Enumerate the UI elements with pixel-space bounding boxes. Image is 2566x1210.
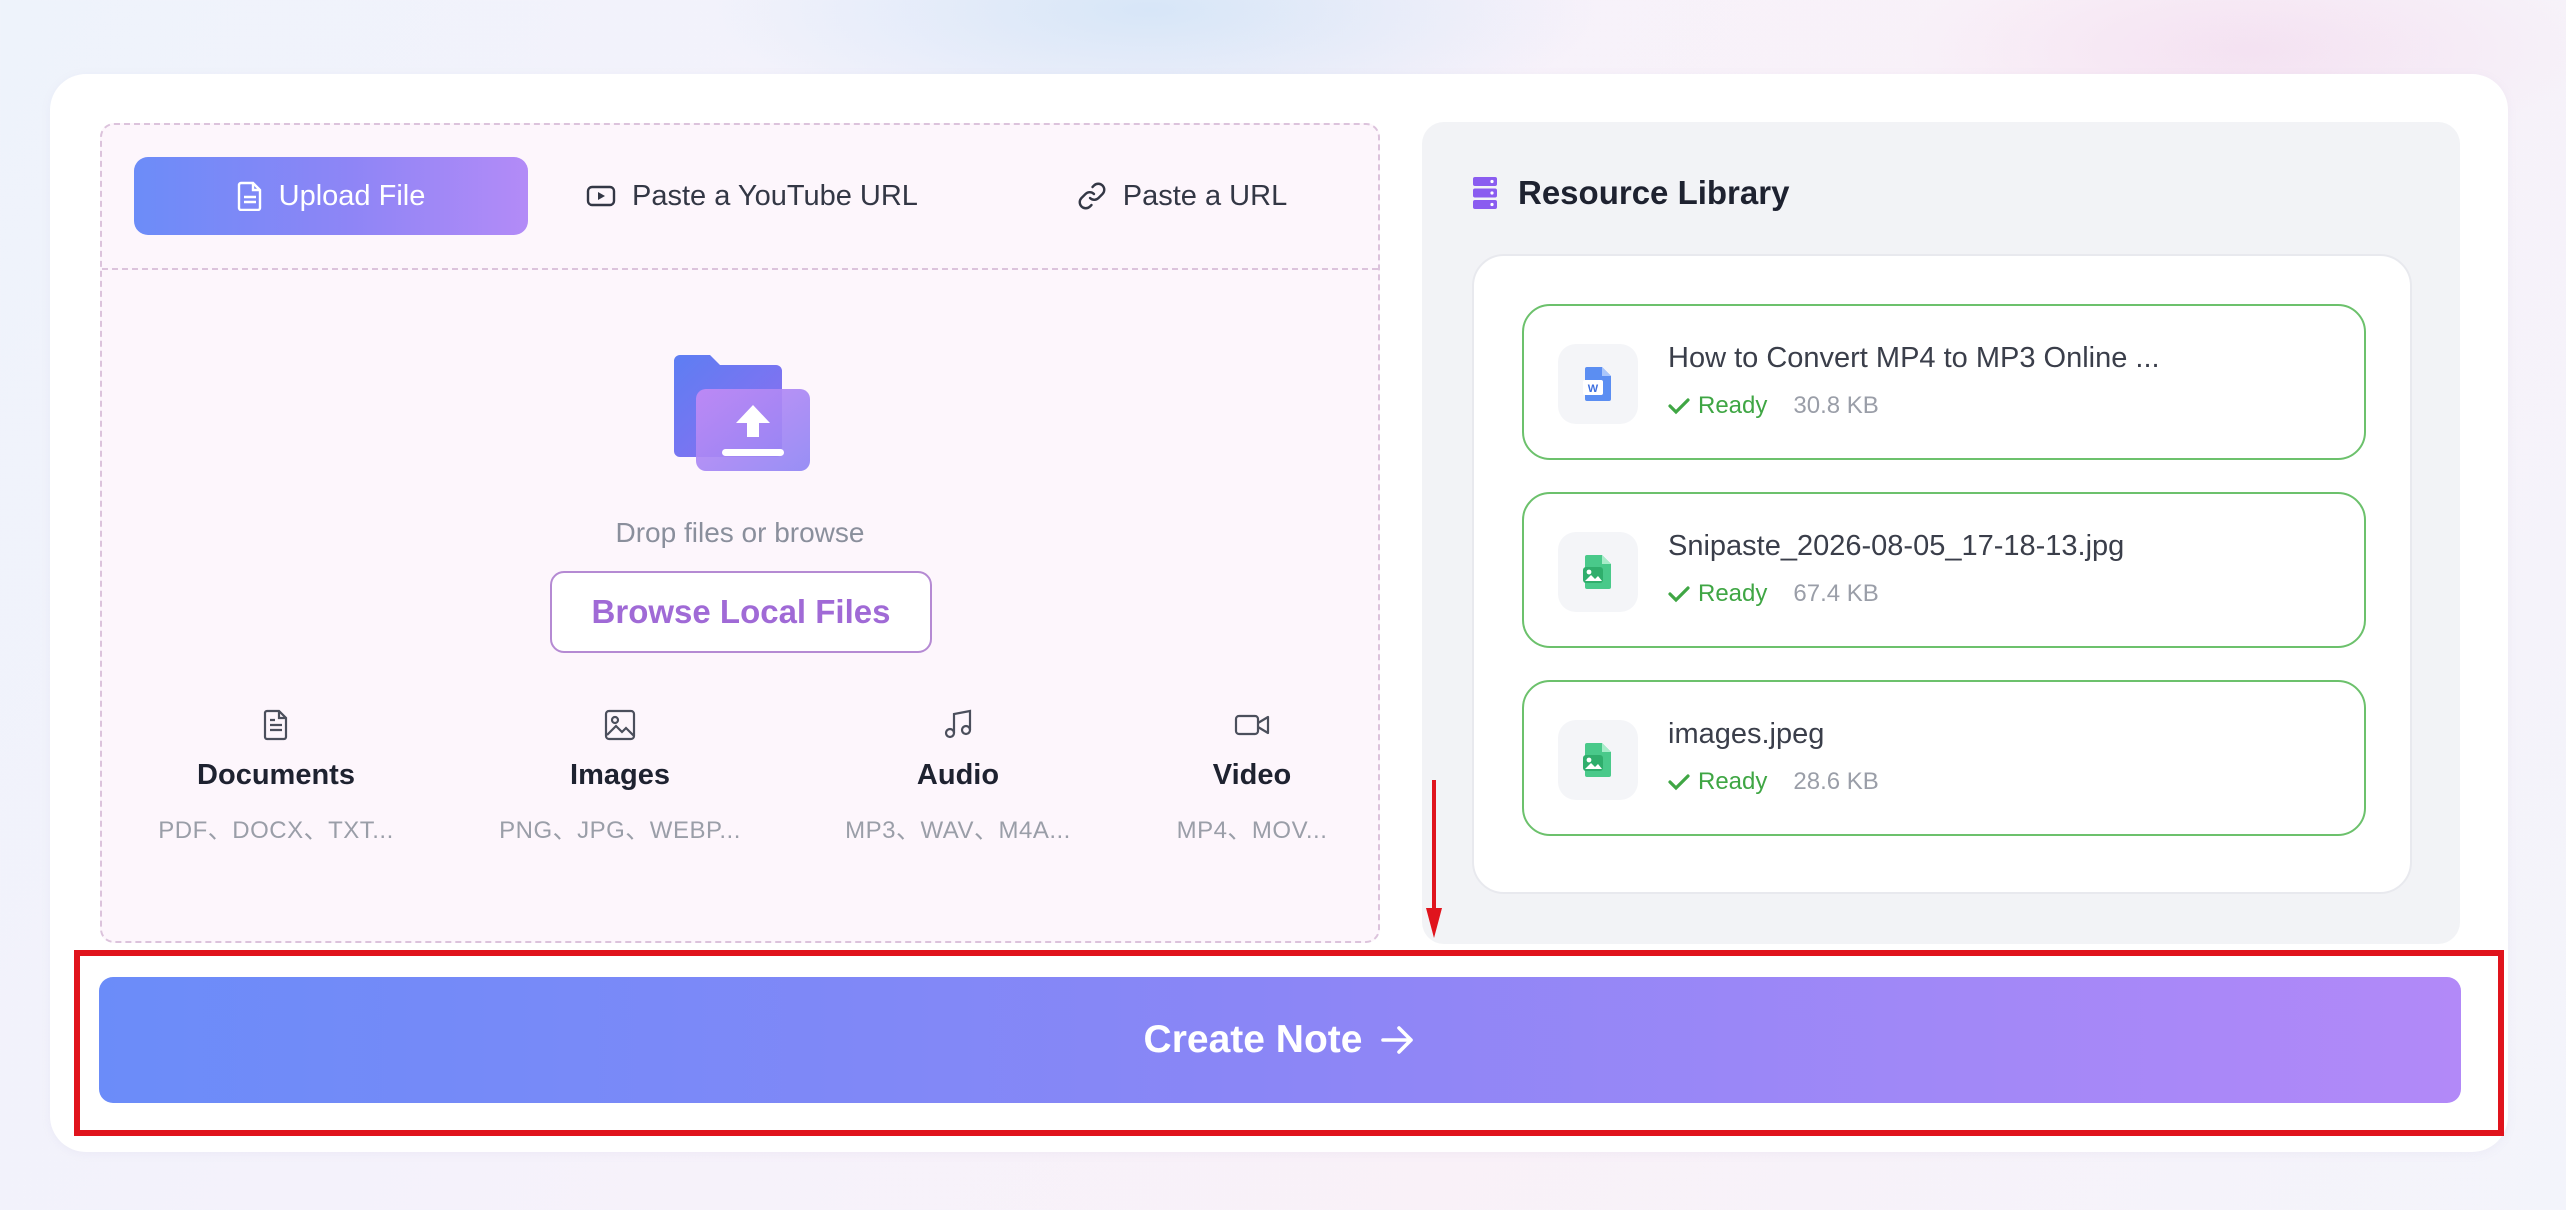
file-type-extensions: MP4、MOV... xyxy=(1176,817,1328,844)
resource-library-panel: Resource Library W How to Convert MP4 to… xyxy=(1422,122,2460,944)
file-type-name: Documents xyxy=(197,759,355,791)
youtube-icon xyxy=(586,185,616,207)
ready-label: Ready xyxy=(1698,768,1768,795)
image-file-icon xyxy=(1558,532,1638,612)
resource-library-title: Resource Library xyxy=(1518,174,1790,211)
database-icon xyxy=(1473,177,1497,209)
source-tabs: Upload File Paste a YouTube URL Paste a … xyxy=(102,125,1378,270)
tab-upload-file[interactable]: Upload File xyxy=(134,157,528,235)
check-icon xyxy=(1668,398,1690,415)
file-type-documents: Documents PDF、DOCX、TXT... xyxy=(126,705,426,845)
tab-paste-url[interactable]: Paste a URL xyxy=(982,157,1382,235)
file-size: 30.8 KB xyxy=(1793,392,1879,419)
supported-file-types: Documents PDF、DOCX、TXT... Images PNG、JPG… xyxy=(102,705,1378,855)
folder-upload-icon xyxy=(674,355,810,471)
resource-status: Ready 28.6 KB xyxy=(1668,768,1879,796)
file-icon xyxy=(237,181,261,211)
resource-item[interactable]: W How to Convert MP4 to MP3 Online ... R… xyxy=(1522,304,2366,460)
link-icon xyxy=(1078,182,1106,210)
word-doc-icon: W xyxy=(1558,344,1638,424)
drop-instructions: Drop files or browse xyxy=(615,517,865,548)
check-icon xyxy=(1668,774,1690,791)
file-type-images: Images PNG、JPG、WEBP... xyxy=(470,705,770,845)
file-type-video: Video MP4、MOV... xyxy=(1102,705,1402,845)
file-type-audio: Audio MP3、WAV、M4A... xyxy=(808,705,1108,845)
tab-url-label: Paste a URL xyxy=(1122,179,1288,212)
resource-name: How to Convert MP4 to MP3 Online ... xyxy=(1668,342,2160,374)
check-icon xyxy=(1668,586,1690,603)
resource-status: Ready 30.8 KB xyxy=(1668,392,1879,420)
ready-label: Ready xyxy=(1698,392,1768,419)
arrow-right-icon xyxy=(1381,1026,1414,1054)
file-type-extensions: PDF、DOCX、TXT... xyxy=(158,817,394,844)
tab-upload-label: Upload File xyxy=(278,179,426,212)
resource-name: images.jpeg xyxy=(1668,718,1825,750)
file-type-name: Video xyxy=(1212,759,1292,791)
tab-youtube-url[interactable]: Paste a YouTube URL xyxy=(552,157,952,235)
annotation-arrow xyxy=(1426,780,1442,938)
create-note-label: Create Note xyxy=(1143,1018,1363,1061)
svg-text:W: W xyxy=(1588,383,1599,395)
image-icon xyxy=(604,709,636,741)
image-file-icon xyxy=(1558,720,1638,800)
browse-local-files-button[interactable]: Browse Local Files xyxy=(550,571,932,653)
file-type-name: Audio xyxy=(916,759,1000,791)
file-size: 67.4 KB xyxy=(1793,580,1879,607)
resource-name: Snipaste_2026-08-05_17-18-13.jpg xyxy=(1668,530,2125,562)
resource-list: W How to Convert MP4 to MP3 Online ... R… xyxy=(1472,254,2412,894)
resource-status: Ready 67.4 KB xyxy=(1668,580,1879,608)
file-type-extensions: PNG、JPG、WEBP... xyxy=(499,817,741,844)
create-note-button[interactable]: Create Note xyxy=(99,977,2461,1103)
document-icon xyxy=(263,709,288,741)
file-type-extensions: MP3、WAV、M4A... xyxy=(845,817,1071,844)
resource-item[interactable]: Snipaste_2026-08-05_17-18-13.jpg Ready 6… xyxy=(1522,492,2366,648)
file-type-name: Images xyxy=(570,759,670,791)
video-camera-icon xyxy=(1234,714,1270,736)
resource-library-header: Resource Library xyxy=(1472,174,1789,212)
file-size: 28.6 KB xyxy=(1793,768,1879,795)
upload-panel: Upload File Paste a YouTube URL Paste a … xyxy=(100,123,1380,943)
resource-item[interactable]: images.jpeg Ready 28.6 KB xyxy=(1522,680,2366,836)
music-note-icon xyxy=(944,709,972,739)
ready-label: Ready xyxy=(1698,580,1768,607)
tab-youtube-label: Paste a YouTube URL xyxy=(632,179,918,212)
